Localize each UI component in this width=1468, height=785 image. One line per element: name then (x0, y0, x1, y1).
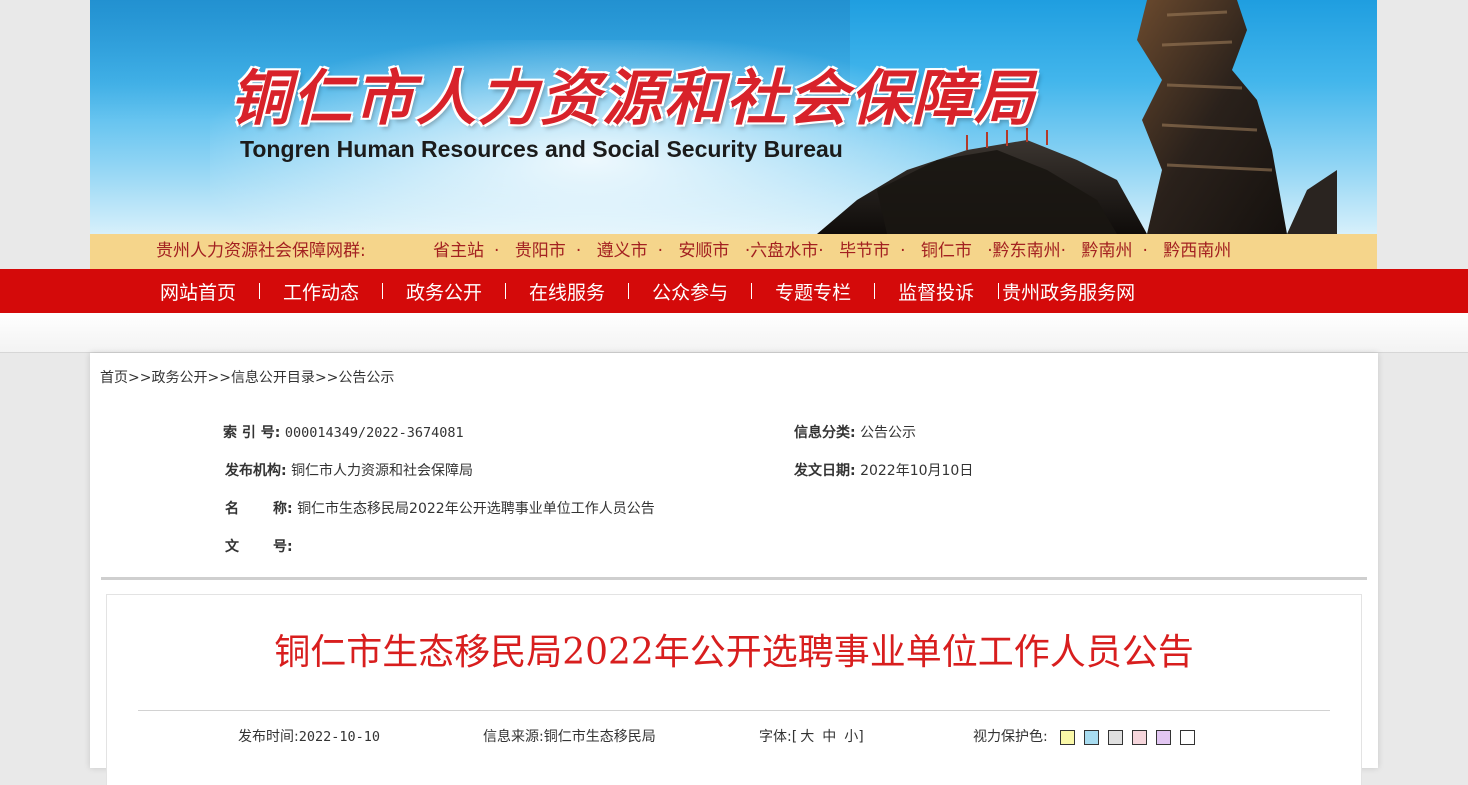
site-link-qiandongnan[interactable]: ·黔东南州· (987, 234, 1066, 269)
meta-docno-label-a: 文 (225, 539, 239, 555)
font-bracket-close: ] (858, 729, 864, 745)
meta-divider (101, 577, 1367, 580)
meta-docno-row: 文 号: (225, 536, 293, 556)
nav-online-service[interactable]: 在线服务 (529, 278, 605, 305)
meta-name-row: 名 称: 铜仁市生态移民局2022年公开选聘事业单位工作人员公告 (225, 498, 655, 518)
eye-color-swatch-5[interactable] (1155, 729, 1171, 745)
nav-divider (751, 283, 753, 299)
breadcrumb-gov-affairs[interactable]: 政务公开 (151, 370, 207, 386)
meta-publisher-label: 发布机构: (225, 463, 287, 479)
meta-index-row: 索 引 号: 000014349/2022-3674081 (223, 422, 464, 442)
breadcrumb-catalog[interactable]: 信息公开目录 (231, 370, 315, 386)
font-medium-button[interactable]: 中 (822, 729, 836, 745)
eye-protection-label: 视力保护色: (973, 729, 1048, 745)
meta-date-row: 发文日期: 2022年10月10日 (794, 460, 973, 480)
site-link-qianxinan[interactable]: 黔西南州 (1163, 234, 1231, 269)
breadcrumb: 首页>>政务公开>>信息公开目录>>公告公示 (100, 367, 394, 387)
meta-docno-label-b: 号: (273, 539, 293, 555)
font-large-button[interactable]: 大 (800, 729, 814, 745)
eye-protection-control: 视力保护色: (973, 726, 1204, 746)
font-size-control: 字体:[大中小] (759, 726, 864, 746)
eye-color-swatches (1059, 729, 1204, 745)
breadcrumb-separator: >> (207, 370, 231, 386)
nav-special-topics[interactable]: 专题专栏 (775, 278, 851, 305)
nav-divider (382, 283, 384, 299)
site-link-bijie[interactable]: 毕节市 (839, 234, 890, 269)
site-group-links: 省主站 · 贵阳市 · 遵义市 · 安顺市 ·六盘水市· 毕节市 · 铜仁市 ·黔东南州… (433, 234, 1241, 269)
meta-date-value: 2022年10月10日 (860, 463, 974, 479)
article-title: 铜仁市生态移民局2022年公开选聘事业单位工作人员公告 (274, 632, 1194, 673)
breadcrumb-home[interactable]: 首页 (100, 370, 128, 386)
nav-divider (998, 283, 1000, 299)
site-link-anshun[interactable]: 安顺市 (678, 234, 729, 269)
publish-time-label: 发布时间: (238, 729, 299, 745)
nav-home[interactable]: 网站首页 (160, 278, 236, 305)
site-link-zunyi[interactable]: 遵义市 (597, 234, 648, 269)
site-link-guiyang[interactable]: 贵阳市 (515, 234, 566, 269)
breadcrumb-notices[interactable]: 公告公示 (338, 370, 394, 386)
site-title-english: Tongren Human Resources and Social Secur… (240, 136, 843, 162)
site-link-separator: · (494, 241, 500, 261)
site-link-province[interactable]: 省主站 (433, 234, 484, 269)
meta-category-label: 信息分类: (794, 425, 856, 441)
font-size-label: 字体: (759, 729, 792, 745)
nav-work-news[interactable]: 工作动态 (283, 278, 359, 305)
main-navigation: 网站首页 工作动态 政务公开 在线服务 公众参与 专题专栏 监督投诉 贵州政务服… (0, 269, 1468, 313)
publish-time: 发布时间:2022-10-10 (238, 726, 380, 746)
info-source-value: 铜仁市生态移民局 (543, 729, 656, 745)
eye-color-swatch-3[interactable] (1107, 729, 1123, 745)
article-container: 铜仁市生态移民局2022年公开选聘事业单位工作人员公告 发布时间:2022-10… (106, 594, 1362, 785)
font-bracket-open: [ (791, 729, 798, 745)
site-banner: 铜仁市人力资源和社会保障局 Tongren Human Resources an… (90, 0, 1377, 234)
breadcrumb-separator: >> (314, 370, 339, 386)
site-link-separator: · (1142, 241, 1148, 261)
meta-publisher-row: 发布机构: 铜仁市人力资源和社会保障局 (225, 460, 473, 480)
site-link-liupanshui[interactable]: ·六盘水市· (745, 234, 824, 269)
eye-color-swatch-6[interactable] (1179, 729, 1195, 745)
sub-navigation-bar (0, 313, 1468, 353)
site-link-tongren[interactable]: 铜仁市 (921, 234, 972, 269)
nav-supervision[interactable]: 监督投诉 (898, 278, 974, 305)
meta-category-value: 公告公示 (860, 425, 917, 441)
info-source-label: 信息来源: (483, 729, 544, 745)
site-group-label: 贵州人力资源社会保障网群: (156, 241, 366, 261)
meta-category-row: 信息分类: 公告公示 (794, 422, 916, 442)
breadcrumb-separator: >> (128, 370, 152, 386)
nav-divider (628, 283, 630, 299)
eye-color-swatch-1[interactable] (1059, 729, 1075, 745)
nav-gov-service-portal[interactable]: 贵州政务服务网 (1002, 278, 1135, 305)
site-link-separator: · (575, 241, 582, 261)
meta-date-label: 发文日期: (794, 463, 856, 479)
site-title-chinese: 铜仁市人力资源和社会保障局 (230, 64, 1036, 134)
nav-divider (874, 283, 876, 299)
title-divider (138, 710, 1330, 711)
meta-name-label-a: 名 (225, 501, 239, 517)
site-link-separator: · (657, 241, 664, 261)
meta-index-value: 000014349/2022-3674081 (284, 425, 464, 441)
eye-color-swatch-4[interactable] (1131, 729, 1147, 745)
font-small-button[interactable]: 小 (844, 729, 858, 745)
nav-gov-affairs[interactable]: 政务公开 (406, 278, 482, 305)
eye-color-swatch-2[interactable] (1083, 729, 1099, 745)
meta-name-label-b: 称: (273, 501, 293, 517)
nav-divider (259, 283, 261, 299)
site-group-bar: 贵州人力资源社会保障网群: 省主站 · 贵阳市 · 遵义市 · 安顺市 ·六盘水市· … (90, 234, 1377, 269)
site-link-qiannan[interactable]: 黔南州 (1082, 234, 1133, 269)
content-panel: 首页>>政务公开>>信息公开目录>>公告公示 索 引 号: 000014349/… (90, 353, 1378, 785)
info-source: 信息来源:铜仁市生态移民局 (483, 726, 656, 746)
nav-divider (505, 283, 507, 299)
nav-public-participation[interactable]: 公众参与 (652, 278, 728, 305)
meta-name-value: 铜仁市生态移民局2022年公开选聘事业单位工作人员公告 (297, 501, 655, 517)
publish-time-value: 2022-10-10 (298, 729, 380, 745)
site-link-separator: · (900, 241, 906, 261)
meta-publisher-value: 铜仁市人力资源和社会保障局 (291, 463, 474, 479)
meta-index-label: 索 引 号: (223, 425, 281, 441)
